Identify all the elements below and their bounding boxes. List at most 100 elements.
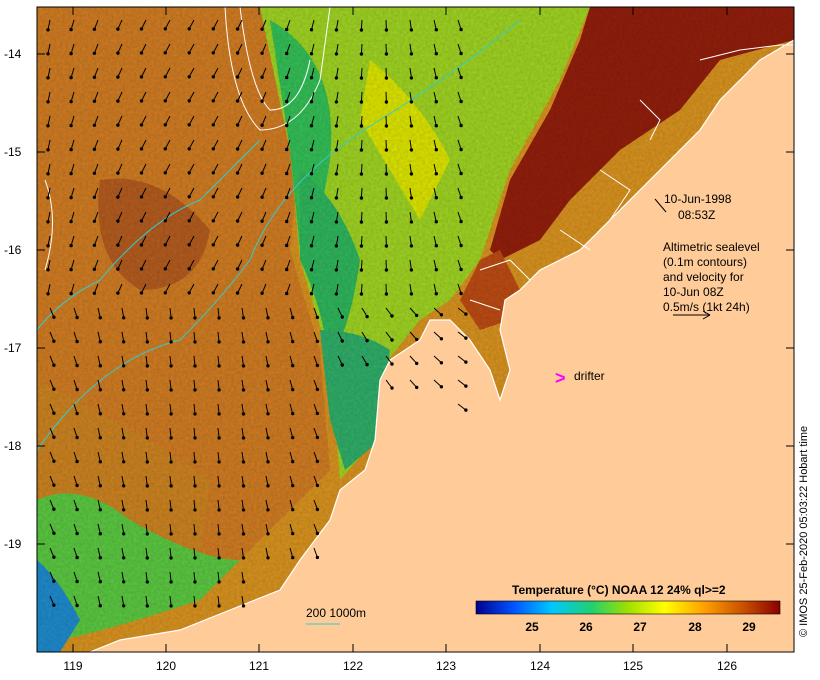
velocity-arrowhead xyxy=(459,147,463,152)
velocity-arrowhead xyxy=(334,220,339,224)
velocity-arrowhead xyxy=(116,27,120,31)
velocity-arrowhead xyxy=(163,219,168,223)
velocity-arrowhead xyxy=(145,316,150,320)
velocity-arrowhead xyxy=(459,51,463,56)
altimetry-line: and velocity for xyxy=(663,270,744,284)
colorbar-tick: 29 xyxy=(742,620,756,634)
velocity-arrowhead xyxy=(309,244,314,248)
velocity-arrowhead xyxy=(260,219,264,223)
drifter-label: drifter xyxy=(574,369,605,383)
velocity-arrowhead xyxy=(409,124,414,128)
velocity-arrowhead xyxy=(145,580,150,584)
velocity-arrowhead xyxy=(139,27,144,31)
velocity-arrowhead xyxy=(285,291,289,296)
velocity-arrowhead xyxy=(52,531,56,535)
velocity-arrowhead xyxy=(163,51,168,55)
velocity-arrowhead xyxy=(169,556,173,560)
velocity-arrowhead xyxy=(266,436,270,440)
velocity-arrowhead xyxy=(434,220,438,224)
velocity-arrowhead xyxy=(46,244,50,248)
velocity-arrowhead xyxy=(92,75,97,80)
velocity-arrowhead xyxy=(241,388,246,392)
velocity-arrowhead xyxy=(187,267,191,271)
velocity-arrowhead xyxy=(309,292,314,296)
velocity-arrowhead xyxy=(122,604,126,608)
velocity-arrowhead xyxy=(69,267,73,272)
velocity-arrowhead xyxy=(434,196,438,200)
velocity-arrowhead xyxy=(359,292,364,296)
velocity-arrowhead xyxy=(193,316,197,320)
velocity-arrowhead xyxy=(260,147,264,151)
velocity-arrowhead xyxy=(52,315,56,319)
velocity-arrowhead xyxy=(122,484,126,488)
velocity-arrowhead xyxy=(211,51,216,55)
velocity-arrowhead xyxy=(98,460,103,464)
velocity-arrowhead xyxy=(235,267,240,271)
velocity-arrowhead xyxy=(145,532,150,536)
velocity-arrowhead xyxy=(122,508,126,512)
velocity-arrowhead xyxy=(291,507,295,512)
velocity-arrowhead xyxy=(46,148,50,152)
velocity-arrowhead xyxy=(241,364,246,368)
velocity-arrowhead xyxy=(169,508,173,512)
velocity-arrowhead xyxy=(52,411,56,415)
velocity-arrowhead xyxy=(92,123,97,128)
velocity-arrowhead xyxy=(169,364,173,368)
colorbar xyxy=(475,600,781,615)
velocity-arrowhead xyxy=(211,195,216,199)
velocity-arrowhead xyxy=(139,123,144,127)
velocity-arrowhead xyxy=(116,171,120,175)
velocity-arrowhead xyxy=(285,99,289,104)
velocity-arrowhead xyxy=(217,508,221,512)
velocity-arrowhead xyxy=(52,507,56,511)
velocity-arrowhead xyxy=(384,268,389,272)
velocity-arrowhead xyxy=(309,76,314,80)
velocity-arrowhead xyxy=(291,555,295,560)
velocity-arrowhead xyxy=(145,436,150,440)
velocity-arrowhead xyxy=(409,244,414,248)
velocity-arrowhead xyxy=(409,172,414,176)
velocity-arrowhead xyxy=(211,219,216,223)
velocity-arrowhead xyxy=(291,483,295,488)
velocity-arrowhead xyxy=(46,292,50,296)
velocity-arrowhead xyxy=(52,555,56,559)
velocity-arrowhead xyxy=(122,316,126,320)
velocity-arrowhead xyxy=(285,267,289,272)
velocity-arrowhead xyxy=(409,292,414,296)
velocity-arrowhead xyxy=(315,483,320,488)
velocity-arrowhead xyxy=(390,314,394,318)
colorbar-tick: 28 xyxy=(688,620,702,634)
velocity-arrowhead xyxy=(434,148,438,152)
velocity-arrowhead xyxy=(116,219,120,223)
velocity-arrowhead xyxy=(459,267,463,272)
velocity-arrowhead xyxy=(187,171,191,175)
velocity-arrowhead xyxy=(334,244,339,248)
velocity-arrowhead xyxy=(409,52,414,56)
velocity-arrowhead xyxy=(92,147,97,152)
velocity-arrowhead xyxy=(193,580,197,584)
velocity-arrowhead xyxy=(384,292,389,296)
velocity-arrowhead xyxy=(315,555,320,560)
velocity-arrowhead xyxy=(217,580,221,584)
velocity-arrowhead xyxy=(439,337,444,341)
velocity-arrowhead xyxy=(69,195,73,200)
velocity-arrowhead xyxy=(69,99,73,104)
velocity-arrowhead xyxy=(285,123,289,128)
velocity-arrowhead xyxy=(315,411,320,416)
velocity-arrowhead xyxy=(384,76,389,80)
velocity-arrowhead xyxy=(98,388,103,392)
velocity-arrowhead xyxy=(359,148,364,152)
velocity-arrowhead xyxy=(217,316,221,320)
velocity-arrowhead xyxy=(285,195,289,200)
velocity-arrowhead xyxy=(464,408,468,412)
lat-label: -15 xyxy=(4,145,22,159)
velocity-arrowhead xyxy=(98,412,103,416)
velocity-arrowhead xyxy=(98,316,103,320)
velocity-arrowhead xyxy=(52,435,56,439)
velocity-arrowhead xyxy=(340,339,344,343)
isobath-legend-label: 200 1000m xyxy=(306,606,366,620)
velocity-arrowhead xyxy=(241,340,246,344)
velocity-arrowhead xyxy=(139,267,144,271)
velocity-arrowhead xyxy=(291,339,295,344)
velocity-arrowhead xyxy=(193,436,197,440)
